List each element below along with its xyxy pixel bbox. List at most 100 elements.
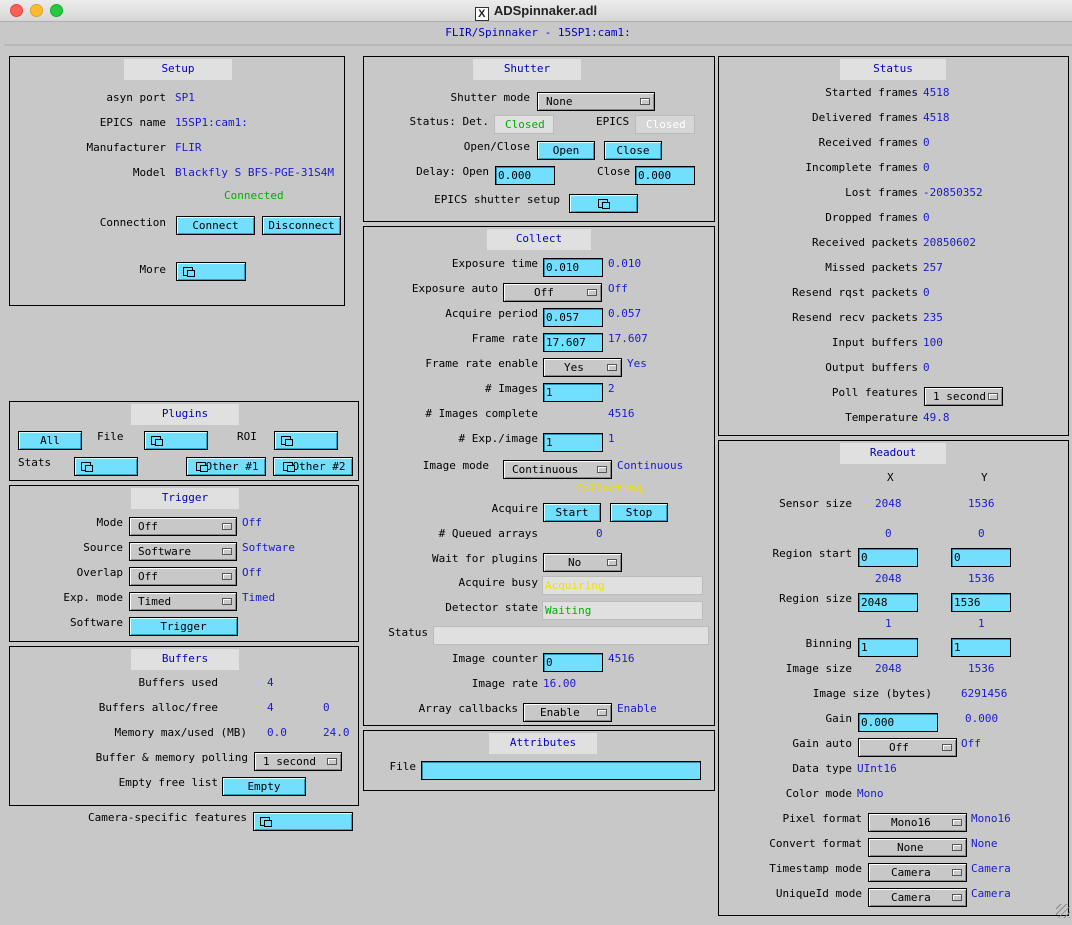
resize-grip-icon[interactable] [1056, 904, 1070, 918]
wait-for-plugins-menu[interactable]: No [543, 553, 622, 572]
trigger-source-menu[interactable]: Software [129, 542, 237, 561]
image-mode-menu[interactable]: Continuous [503, 460, 612, 479]
plugins-stats-button[interactable] [74, 457, 138, 476]
trigger-overlap-menu[interactable]: Off [129, 567, 237, 586]
sensor-size-label: Sensor size [779, 497, 852, 510]
plugins-stats-label: Stats [18, 456, 52, 469]
frame-rate-enable-menu[interactable]: Yes [543, 358, 622, 377]
open-close-label: Open/Close [463, 140, 530, 153]
epics-shutter-setup-label: EPICS shutter setup [434, 193, 560, 206]
delay-close-input[interactable]: 0.000 [635, 166, 695, 185]
exposure-auto-menu[interactable]: Off [503, 283, 602, 302]
plugins-file-button[interactable] [144, 431, 208, 450]
attributes-file-label: File [389, 760, 417, 773]
region-start-y-input[interactable]: 0 [951, 548, 1011, 567]
image-counter-input[interactable]: 0 [543, 653, 603, 672]
region-size-x-input[interactable]: 2048 [858, 593, 918, 612]
started-frames-label: Started frames [825, 86, 918, 99]
gain-rbv: 0.000 [965, 712, 999, 725]
empty-free-list-label: Empty free list [118, 776, 218, 789]
asyn-port-label: asyn port [106, 91, 166, 104]
exp-mode-menu[interactable]: Timed [129, 592, 237, 611]
readout-panel: Readout X Y Sensor size 2048 1536 0 0 Re… [718, 440, 1069, 916]
region-size-y-input[interactable]: 1536 [951, 593, 1011, 612]
title-bar[interactable]: X ADSpinnaker.adl [0, 0, 1072, 22]
plugins-roi-button[interactable] [274, 431, 338, 450]
more-related-display-button[interactable] [176, 262, 246, 281]
queued-arrays-label: # Queued arrays [438, 527, 538, 540]
pixel-format-menu[interactable]: Mono16 [868, 813, 967, 832]
region-size-x-rbv: 2048 [875, 572, 902, 585]
array-callbacks-menu[interactable]: Enable [523, 703, 612, 722]
delay-open-input[interactable]: 0.000 [495, 166, 555, 185]
related-display-icon [81, 462, 93, 472]
shutter-close-button[interactable]: Close [604, 141, 662, 160]
status-message-value [433, 626, 709, 645]
detector-state-value: Waiting [542, 601, 703, 620]
collect-title: Collect [487, 229, 591, 250]
pixel-format-rbv: Mono16 [971, 812, 1011, 825]
exposure-auto-rbv: Off [608, 282, 628, 295]
region-start-x-input[interactable]: 0 [858, 548, 918, 567]
epics-shutter-label: EPICS [596, 115, 630, 128]
exp-image-input[interactable]: 1 [543, 433, 603, 452]
related-display-icon [183, 267, 195, 277]
plugins-other2-button[interactable]: Other #2 [273, 457, 353, 476]
det-shutter-status: Closed [494, 115, 554, 134]
connect-button[interactable]: Connect [176, 216, 255, 235]
epics-shutter-setup-button[interactable] [569, 194, 638, 213]
status-panel: Status Started frames 4518 Delivered fra… [718, 56, 1069, 436]
buffer-polling-menu[interactable]: 1 second [254, 752, 342, 771]
shutter-open-button[interactable]: Open [537, 141, 595, 160]
shutter-mode-menu[interactable]: None [537, 92, 655, 111]
empty-button[interactable]: Empty [222, 777, 306, 796]
plugins-title: Plugins [131, 404, 239, 425]
received-frames-value: 0 [923, 136, 930, 149]
readout-title: Readout [840, 443, 946, 464]
exposure-time-input[interactable]: 0.010 [543, 258, 603, 277]
missed-packets-value: 257 [923, 261, 943, 274]
menu-indicator-icon [640, 98, 650, 105]
plugins-all-button[interactable]: All [18, 431, 82, 450]
menu-indicator-icon [327, 758, 337, 765]
uniqueid-mode-label: UniqueId mode [775, 887, 862, 900]
binning-x-input[interactable]: 1 [858, 638, 918, 657]
image-rate-value: 16.00 [543, 677, 577, 690]
input-buffers-value: 100 [923, 336, 943, 349]
disconnect-button[interactable]: Disconnect [262, 216, 341, 235]
convert-format-menu[interactable]: None [868, 838, 967, 857]
trigger-mode-menu[interactable]: Off [129, 517, 237, 536]
screen-subtitle: FLIR/Spinnaker - 15SP1:cam1: [4, 22, 1072, 46]
num-images-input[interactable]: 1 [543, 383, 603, 402]
gain-auto-menu[interactable]: Off [858, 738, 957, 757]
acquire-period-input[interactable]: 0.057 [543, 308, 603, 327]
received-packets-value: 20850602 [923, 236, 976, 249]
timestamp-mode-menu[interactable]: Camera [868, 863, 967, 882]
frame-rate-input[interactable]: 17.607 [543, 333, 603, 352]
gain-auto-label: Gain auto [792, 737, 852, 750]
attributes-file-input[interactable] [421, 761, 701, 780]
exposure-auto-label: Exposure auto [411, 282, 498, 295]
y-column-header: Y [981, 471, 988, 484]
binning-y-input[interactable]: 1 [951, 638, 1011, 657]
data-type-value: UInt16 [857, 762, 897, 775]
acquire-busy-label: Acquire busy [458, 576, 538, 589]
color-mode-value: Mono [857, 787, 884, 800]
shutter-panel: Shutter Shutter mode None Status: Det. C… [363, 56, 715, 222]
poll-features-menu[interactable]: 1 second [924, 387, 1003, 406]
queued-arrays-value: 0 [596, 527, 603, 540]
window-title: ADSpinnaker.adl [493, 3, 598, 18]
uniqueid-mode-menu[interactable]: Camera [868, 888, 967, 907]
temperature-label: Temperature [845, 411, 918, 424]
buffers-free-value: 0 [323, 701, 330, 714]
acquire-start-button[interactable]: Start [543, 503, 601, 522]
software-trigger-button[interactable]: Trigger [129, 617, 238, 636]
acquire-stop-button[interactable]: Stop [610, 503, 668, 522]
poll-features-label: Poll features [831, 386, 918, 399]
array-callbacks-rbv: Enable [617, 702, 657, 715]
camera-specific-button[interactable] [253, 812, 353, 831]
related-display-icon [598, 199, 610, 209]
gain-input[interactable]: 0.000 [858, 713, 938, 732]
image-mode-rbv: Continuous [617, 459, 684, 472]
plugins-other1-button[interactable]: Other #1 [186, 457, 266, 476]
